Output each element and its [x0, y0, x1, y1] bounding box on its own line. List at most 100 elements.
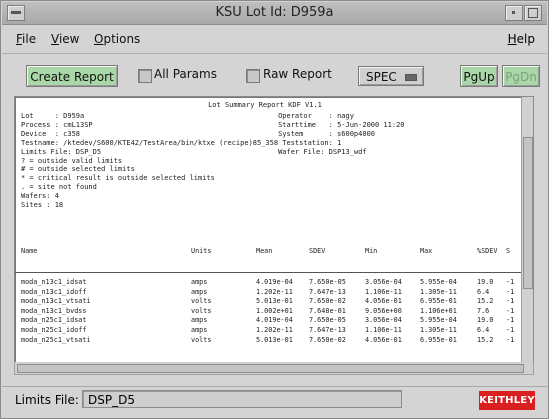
report-header-line: Process : cmL13SP Starttime : 5-Jun-2000…: [21, 120, 405, 129]
table-cell: 3.056e-04: [365, 278, 402, 286]
page-up-button[interactable]: PgUp: [460, 65, 498, 87]
table-row: moda_n13c1_bvdss volts 1.002e+01 7.648e-01 9…: [15, 307, 521, 316]
table-cell: 15.2: [477, 335, 494, 344]
minimize-button[interactable]: [505, 5, 523, 21]
table-cell: amps: [191, 278, 208, 286]
table-row: moda_n13c1_vtsati volts 5.013e-01 7.650e-02…: [15, 297, 521, 306]
table-cell: volts: [191, 306, 212, 315]
column-header: S: [506, 247, 511, 255]
report-header-line: * = critical result is outside selected …: [21, 174, 215, 183]
table-cell: 19.0: [477, 316, 494, 325]
column-header: %SDEV: [477, 247, 498, 255]
table-cell: amps: [191, 316, 208, 325]
title-bar: KSU Lot Id: D959a: [2, 2, 547, 25]
toolbar: Create Report All Params Raw Report SPEC…: [2, 57, 547, 91]
column-header: SDEV: [309, 247, 326, 255]
table-cell: 6.4: [477, 287, 490, 296]
table-cell: 1.106e+01: [420, 306, 457, 315]
vertical-scrollbar[interactable]: [521, 97, 533, 363]
table-separator: [15, 272, 521, 273]
menu-file[interactable]: File: [16, 32, 36, 46]
report-header-line: Limits File: DSP_D5 Wafer File: DSP13_wd…: [21, 147, 367, 156]
table-cell: 7.647e-13: [309, 287, 346, 296]
table-cell: 1.202e-11: [256, 326, 293, 334]
table-cell: -1: [506, 287, 515, 296]
table-cell: moda_n25c1_idsat: [21, 316, 87, 325]
table-cell: 7.647e-13: [309, 326, 346, 334]
table-cell: 19.0: [477, 278, 494, 286]
report-header-line: Testname: /ktedev/S600/KTE42/TestArea/bi…: [21, 138, 342, 147]
table-cell: volts: [191, 335, 212, 344]
menu-help[interactable]: Help: [508, 32, 535, 46]
table-cell: volts: [191, 297, 212, 306]
table-cell: 9.056e+00: [365, 306, 402, 315]
table-cell: 7.650e-05: [309, 316, 346, 325]
table-cell: -1: [506, 335, 515, 344]
footer: Limits File: DSP_D5 KEITHLEY: [2, 386, 547, 417]
table-cell: moda_n25c1_vtsati: [21, 335, 91, 344]
report-header-line: Device : c358 System : s600p4000: [21, 129, 376, 138]
table-cell: 7.648e-01: [309, 306, 346, 315]
table-cell: moda_n13c1_idsat: [21, 278, 87, 286]
report-text-area[interactable]: Lot Summary Report KDF V1.1 Lot : D959a …: [14, 96, 534, 364]
table-cell: 1.002e+01: [256, 306, 293, 315]
table-row: moda_n13c1_idoff amps 1.202e-11 7.647e-13 1.…: [15, 288, 521, 297]
table-cell: 1.305e-11: [420, 326, 457, 334]
table-cell: moda_n25c1_idoff: [21, 326, 87, 334]
table-cell: moda_n13c1_bvdss: [21, 306, 87, 315]
table-cell: 6.955e-01: [420, 335, 457, 344]
table-cell: 7.650e-05: [309, 278, 346, 286]
table-cell: -1: [506, 316, 515, 325]
table-cell: 1.305e-11: [420, 287, 457, 296]
table-cell: amps: [191, 287, 208, 296]
table-cell: 7.650e-02: [309, 297, 346, 306]
table-cell: 5.955e-04: [420, 316, 457, 325]
maximize-button[interactable]: [524, 5, 542, 21]
table-row: moda_n25c1_vtsati volts 5.013e-01 7.650e-02…: [15, 336, 521, 345]
table-header-row: Name Units Mean SDEV Min Max %SDEV S: [15, 247, 521, 256]
spec-dropdown-label: SPEC: [366, 70, 397, 84]
horizontal-scroll-thumb[interactable]: [17, 364, 524, 373]
all-params-checkbox[interactable]: [138, 69, 152, 83]
column-header: Mean: [256, 247, 273, 255]
table-cell: 6.955e-01: [420, 297, 457, 306]
create-report-button[interactable]: Create Report: [26, 65, 118, 87]
raw-report-label: Raw Report: [263, 67, 332, 81]
report-header-line: # = outside selected limits: [21, 165, 135, 174]
page-down-button[interactable]: PgDn: [502, 65, 540, 87]
column-header: Name: [21, 247, 38, 255]
table-cell: moda_n13c1_vtsati: [21, 297, 91, 306]
table-cell: 1.106e-11: [365, 326, 402, 334]
report-header-line: Wafers: 4: [21, 192, 59, 201]
table-cell: 4.056e-01: [365, 297, 402, 306]
ksu-report-window: KSU Lot Id: D959a File View Options Help…: [0, 0, 549, 419]
table-cell: 4.019e-04: [256, 316, 293, 325]
report-header-line: ? = outside valid limits: [21, 156, 123, 165]
table-cell: 1.106e-11: [365, 287, 402, 296]
limits-file-label: Limits File:: [15, 393, 79, 407]
column-header: Min: [365, 247, 378, 255]
table-cell: 1.202e-11: [256, 287, 293, 296]
table-cell: 7.650e-02: [309, 335, 346, 344]
menu-view[interactable]: View: [51, 32, 79, 46]
window-title: KSU Lot Id: D959a: [215, 5, 334, 20]
report-header-line: Lot : D959a Operator : nagy: [21, 112, 354, 120]
table-cell: 5.013e-01: [256, 335, 293, 344]
table-cell: 3.056e-04: [365, 316, 402, 325]
spec-dropdown[interactable]: SPEC: [358, 66, 424, 86]
vertical-scroll-thumb[interactable]: [523, 137, 533, 289]
limits-file-field[interactable]: DSP_D5: [82, 390, 402, 408]
report-header: Lot : D959a Operator : nagy Process : cmL…: [21, 112, 521, 210]
raw-report-checkbox[interactable]: [246, 69, 260, 83]
table-cell: 4.056e-01: [365, 335, 402, 344]
column-header: Max: [420, 247, 433, 255]
table-row: moda_n25c1_idsat amps 4.019e-04 7.650e-05 3.…: [15, 316, 521, 325]
report-header-line: . = site not found: [21, 183, 97, 192]
table-row: moda_n25c1_idoff amps 1.202e-11 7.647e-13 1.…: [15, 326, 521, 335]
menu-options[interactable]: Options: [94, 32, 140, 46]
table-cell: -1: [506, 306, 515, 315]
horizontal-scrollbar[interactable]: [14, 362, 534, 375]
all-params-label: All Params: [154, 67, 217, 81]
table-cell: 15.2: [477, 297, 494, 306]
table-cell: 7.6: [477, 306, 490, 315]
